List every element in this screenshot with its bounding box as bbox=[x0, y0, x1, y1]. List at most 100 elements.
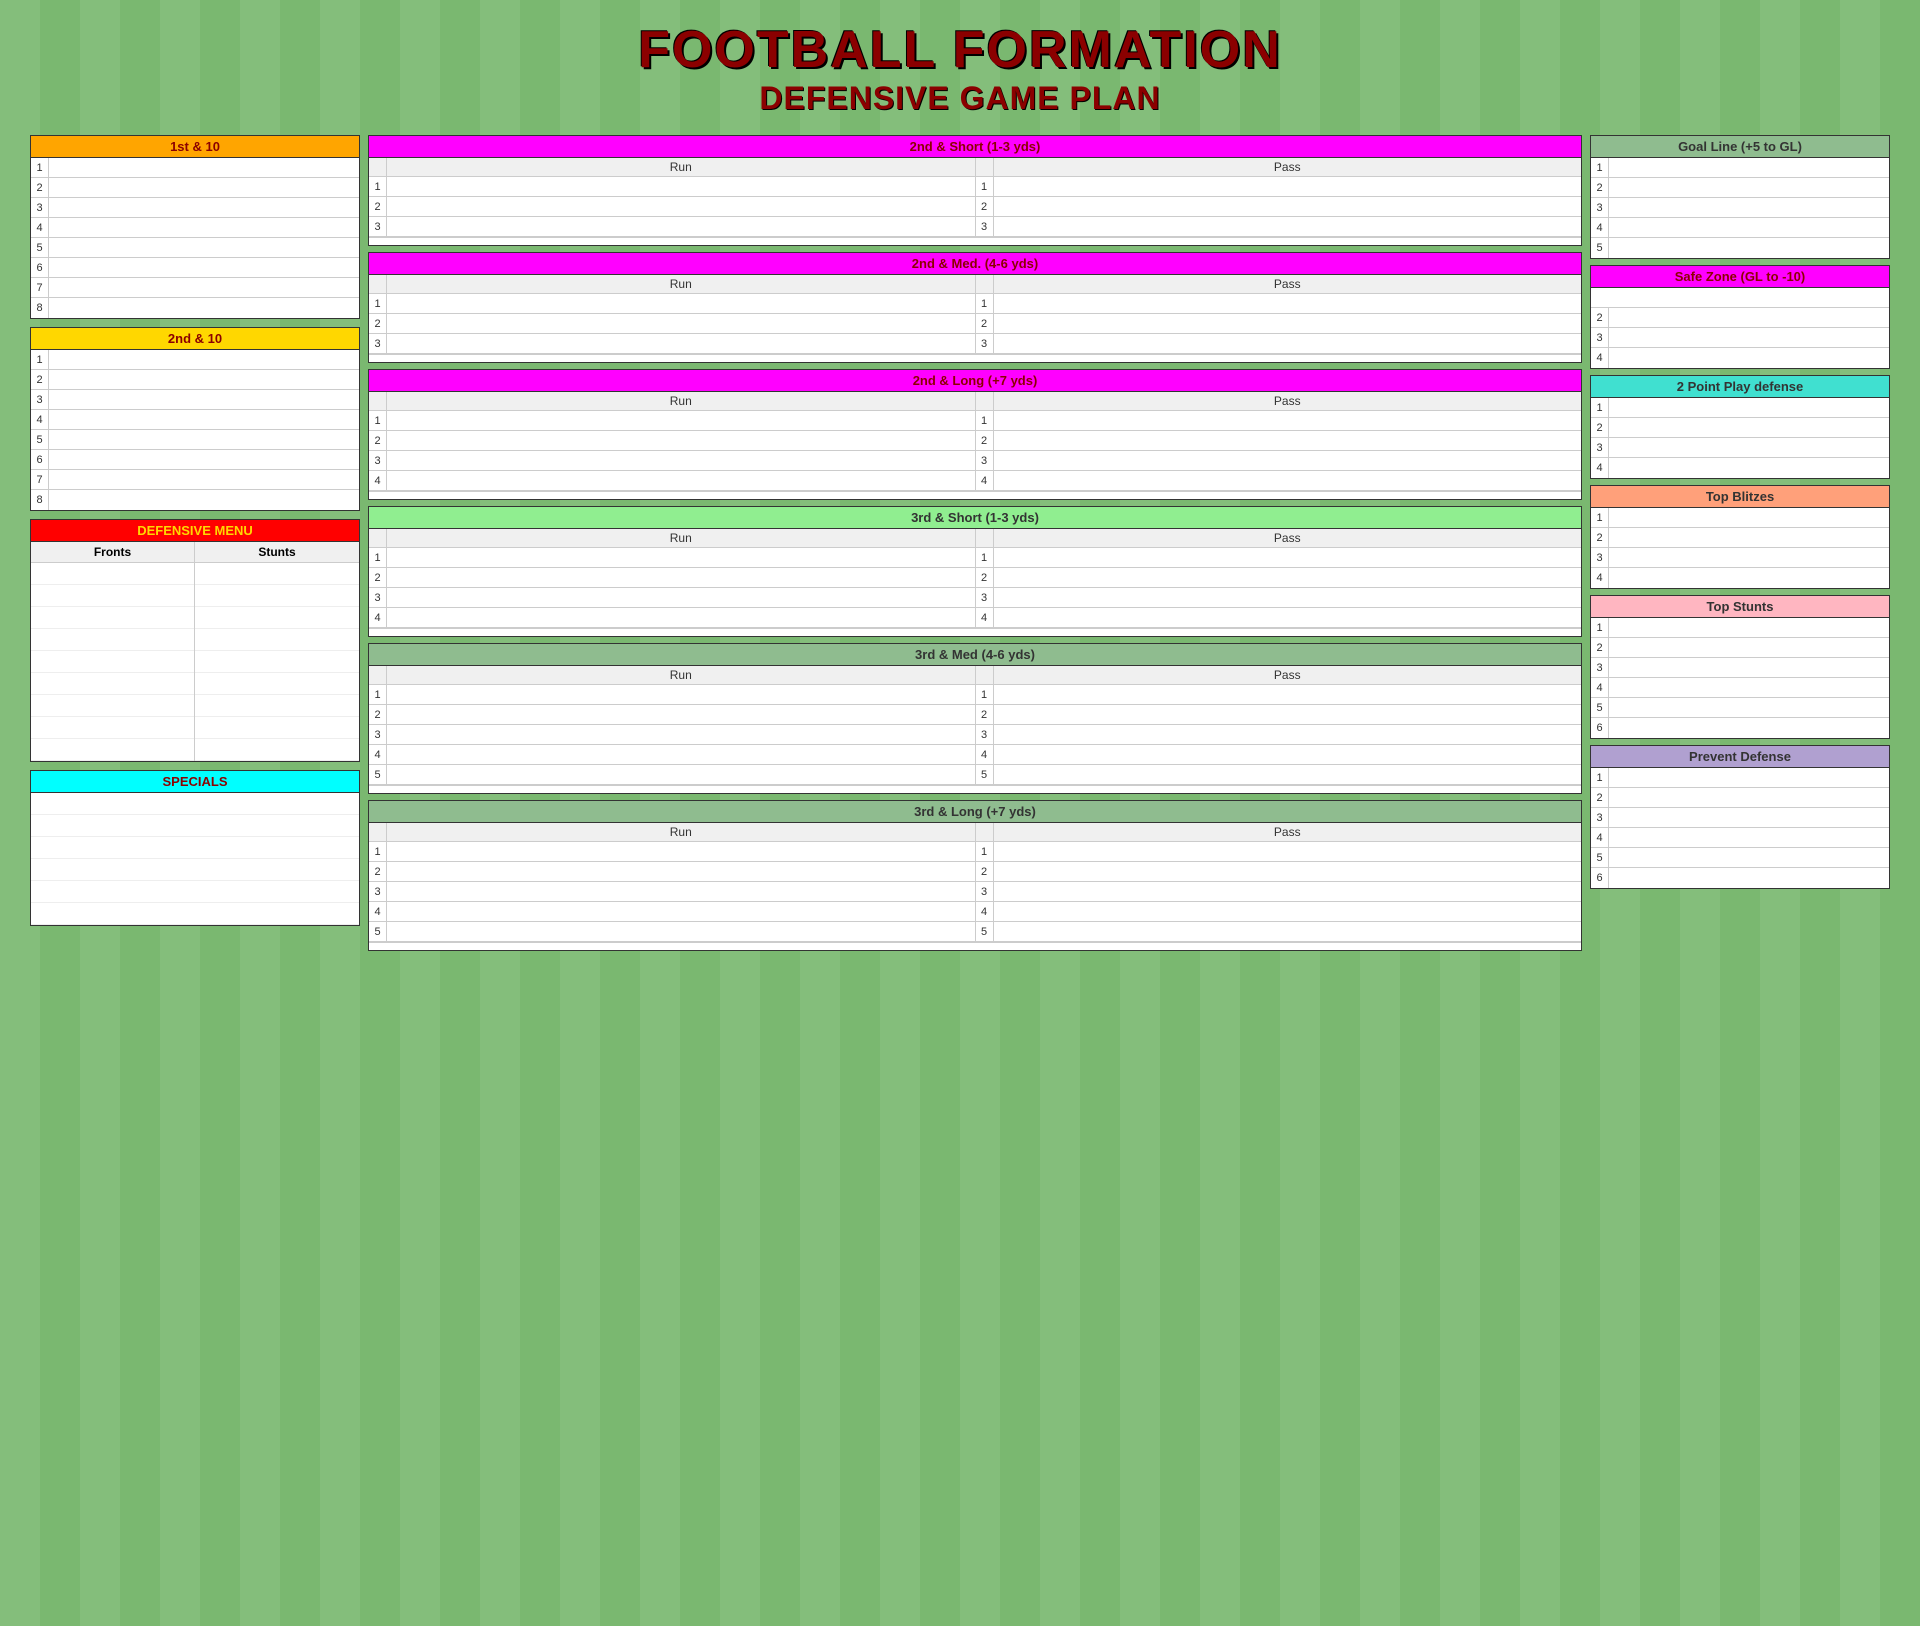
table-row: 3 3 bbox=[369, 217, 1581, 237]
table-row: 1 bbox=[1591, 158, 1889, 178]
spacer bbox=[369, 237, 1581, 245]
table-row: 3 bbox=[1591, 198, 1889, 218]
left-column: 1st & 10 1 2 3 4 5 6 7 8 2nd & 10 1 2 3 … bbox=[30, 135, 360, 951]
table-row: 2 bbox=[1591, 788, 1889, 808]
top-stunts-section: Top Stunts 1 2 3 4 5 6 bbox=[1590, 595, 1890, 739]
list-item bbox=[31, 585, 194, 607]
run-label: Run bbox=[387, 529, 976, 547]
table-row: 3 3 bbox=[369, 725, 1581, 745]
table-row: 6 bbox=[1591, 718, 1889, 738]
table-row: 8 bbox=[31, 490, 359, 510]
table-row: 4 4 bbox=[369, 471, 1581, 491]
table-row: 4 bbox=[1591, 348, 1889, 368]
second-short-section: 2nd & Short (1-3 yds) Run Pass 1 1 2 2 3… bbox=[368, 135, 1582, 246]
run-pass-subheader: Run Pass bbox=[369, 392, 1581, 411]
run-pass-subheader: Run Pass bbox=[369, 275, 1581, 294]
list-item bbox=[31, 881, 359, 903]
run-pass-subheader: Run Pass bbox=[369, 158, 1581, 177]
table-row: 1 bbox=[1591, 508, 1889, 528]
defensive-menu-header: DEFENSIVE MENU bbox=[31, 520, 359, 542]
table-row: 2 bbox=[1591, 308, 1889, 328]
goal-line-section: Goal Line (+5 to GL) 1 2 3 4 5 bbox=[1590, 135, 1890, 259]
table-row: 4 4 bbox=[369, 902, 1581, 922]
defensive-menu-section: DEFENSIVE MENU Fronts bbox=[30, 519, 360, 762]
table-row: 4 bbox=[1591, 678, 1889, 698]
list-item bbox=[31, 607, 194, 629]
table-row: 8 bbox=[31, 298, 359, 318]
second-long-header: 2nd & Long (+7 yds) bbox=[369, 370, 1581, 392]
run-label: Run bbox=[387, 158, 976, 176]
specials-header: SPECIALS bbox=[31, 771, 359, 793]
table-row: 3 3 bbox=[369, 334, 1581, 354]
second-med-section: 2nd & Med. (4-6 yds) Run Pass 1 1 2 2 3 … bbox=[368, 252, 1582, 363]
list-item bbox=[195, 673, 359, 695]
list-item bbox=[31, 793, 359, 815]
list-item bbox=[195, 651, 359, 673]
third-med-header: 3rd & Med (4-6 yds) bbox=[369, 644, 1581, 666]
table-row: 5 5 bbox=[369, 922, 1581, 942]
table-row: 4 bbox=[1591, 218, 1889, 238]
safe-zone-section: Safe Zone (GL to -10) 2 3 4 bbox=[1590, 265, 1890, 369]
table-row: 4 bbox=[1591, 568, 1889, 588]
pass-label: Pass bbox=[994, 666, 1582, 684]
table-row: 5 bbox=[31, 238, 359, 258]
spacer bbox=[369, 354, 1581, 362]
main-grid: 1st & 10 1 2 3 4 5 6 7 8 2nd & 10 1 2 3 … bbox=[30, 135, 1890, 951]
page-title-section: FOOTBALL FORMATION DEFENSIVE GAME PLAN bbox=[20, 20, 1900, 117]
spacer bbox=[369, 491, 1581, 499]
run-pass-subheader: Run Pass bbox=[369, 529, 1581, 548]
table-row: 6 bbox=[31, 450, 359, 470]
third-long-header: 3rd & Long (+7 yds) bbox=[369, 801, 1581, 823]
table-row: 2 bbox=[1591, 638, 1889, 658]
table-row: 2 2 bbox=[369, 862, 1581, 882]
list-item bbox=[31, 739, 194, 761]
table-row: 5 bbox=[1591, 848, 1889, 868]
table-row: 1 bbox=[31, 158, 359, 178]
table-row: 3 bbox=[31, 198, 359, 218]
list-item bbox=[195, 717, 359, 739]
table-row: 4 bbox=[1591, 458, 1889, 478]
pass-label: Pass bbox=[994, 529, 1582, 547]
table-row: 7 bbox=[31, 278, 359, 298]
list-item bbox=[31, 629, 194, 651]
table-row: 4 bbox=[1591, 828, 1889, 848]
table-row: 1 1 bbox=[369, 842, 1581, 862]
table-row: 1 bbox=[1591, 768, 1889, 788]
table-row: 1 1 bbox=[369, 548, 1581, 568]
sub-title: DEFENSIVE GAME PLAN bbox=[20, 80, 1900, 117]
run-pass-subheader: Run Pass bbox=[369, 666, 1581, 685]
table-row: 2 bbox=[1591, 528, 1889, 548]
spacer bbox=[369, 785, 1581, 793]
pass-label: Pass bbox=[994, 158, 1582, 176]
table-row: 2 2 bbox=[369, 568, 1581, 588]
stunts-col: Stunts bbox=[195, 542, 359, 761]
table-row: 5 bbox=[31, 430, 359, 450]
third-med-section: 3rd & Med (4-6 yds) Run Pass 1 1 2 2 3 3 bbox=[368, 643, 1582, 794]
second-long-section: 2nd & Long (+7 yds) Run Pass 1 1 2 2 3 3 bbox=[368, 369, 1582, 500]
prevent-defense-header: Prevent Defense bbox=[1591, 746, 1889, 768]
table-row: 2 bbox=[31, 178, 359, 198]
top-blitzes-header: Top Blitzes bbox=[1591, 486, 1889, 508]
table-row: 6 bbox=[1591, 868, 1889, 888]
table-row: 3 3 bbox=[369, 588, 1581, 608]
table-row: 3 bbox=[31, 390, 359, 410]
list-item bbox=[31, 563, 194, 585]
table-row: 1 1 bbox=[369, 177, 1581, 197]
table-row: 2 bbox=[1591, 178, 1889, 198]
table-row: 1 bbox=[1591, 618, 1889, 638]
table-row: 4 4 bbox=[369, 745, 1581, 765]
table-row: 4 bbox=[31, 218, 359, 238]
second-and-10-header: 2nd & 10 bbox=[31, 328, 359, 350]
table-row: 4 4 bbox=[369, 608, 1581, 628]
list-item bbox=[195, 607, 359, 629]
third-long-section: 3rd & Long (+7 yds) Run Pass 1 1 2 2 3 3 bbox=[368, 800, 1582, 951]
pass-label: Pass bbox=[994, 823, 1582, 841]
table-row: 6 bbox=[31, 258, 359, 278]
spacer-row bbox=[1591, 288, 1889, 308]
fronts-lines bbox=[31, 563, 194, 761]
pass-label: Pass bbox=[994, 275, 1582, 293]
first-and-10-section: 1st & 10 1 2 3 4 5 6 7 8 bbox=[30, 135, 360, 319]
list-item bbox=[31, 837, 359, 859]
table-row: 2 bbox=[31, 370, 359, 390]
second-med-header: 2nd & Med. (4-6 yds) bbox=[369, 253, 1581, 275]
